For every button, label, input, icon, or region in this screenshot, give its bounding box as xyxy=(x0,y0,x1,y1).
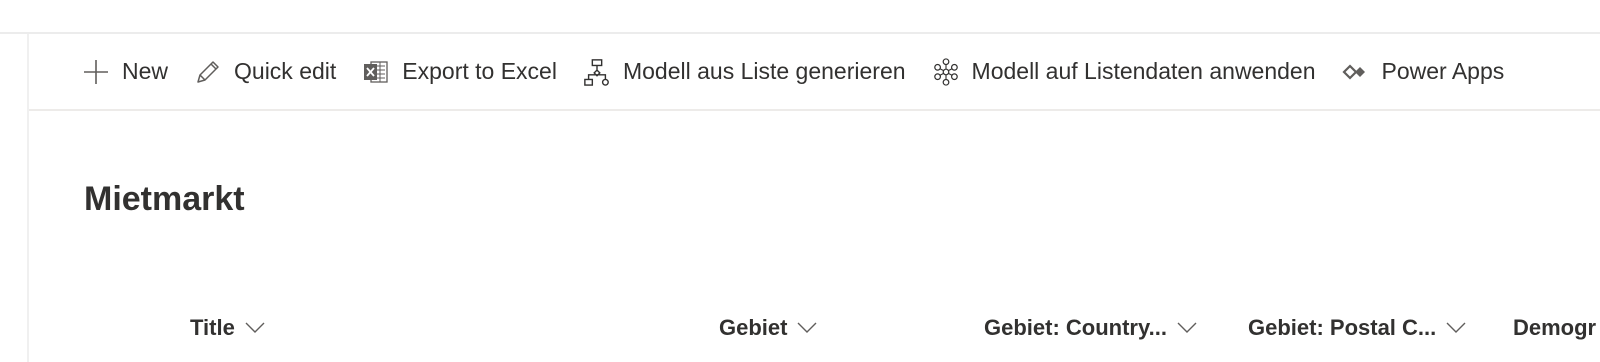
chevron-down-icon xyxy=(1446,318,1466,338)
new-button[interactable]: New xyxy=(82,50,168,94)
list-column-header: Title Gebiet Gebiet: Country... Gebiet: … xyxy=(29,302,1600,362)
export-to-excel-button[interactable]: Export to Excel xyxy=(362,50,557,94)
plus-icon xyxy=(82,58,110,86)
modell-aus-liste-generieren-label: Modell aus Liste generieren xyxy=(622,58,906,84)
column-header-gebiet-country[interactable]: Gebiet: Country... xyxy=(984,312,1197,344)
chevron-down-icon xyxy=(245,318,265,338)
excel-icon xyxy=(362,58,390,86)
modell-aus-liste-generieren-button[interactable]: Modell aus Liste generieren xyxy=(583,50,906,94)
page-title: Mietmarkt xyxy=(84,180,245,218)
model-apply-icon xyxy=(932,57,960,86)
modell-auf-listendaten-anwenden-label: Modell auf Listendaten anwenden xyxy=(971,58,1316,84)
column-header-label: Gebiet xyxy=(719,315,788,340)
suite-header xyxy=(0,0,1600,34)
model-flow-icon xyxy=(583,58,611,86)
left-rail xyxy=(0,34,29,362)
export-to-excel-label: Export to Excel xyxy=(402,58,557,84)
column-header-gebiet-postal-code[interactable]: Gebiet: Postal C... xyxy=(1248,312,1466,344)
new-label: New xyxy=(122,58,169,84)
pencil-icon xyxy=(194,58,222,86)
chevron-down-icon xyxy=(797,318,817,338)
column-header-label: Title xyxy=(190,315,235,340)
column-header-label: Gebiet: Postal C... xyxy=(1248,315,1437,340)
quick-edit-label: Quick edit xyxy=(234,58,337,84)
chevron-down-icon xyxy=(1177,318,1197,338)
column-header-label: Demogr xyxy=(1513,315,1597,340)
command-bar: New Quick edit Export to Excel Modell au… xyxy=(29,34,1600,111)
column-header-demographics[interactable]: Demogr xyxy=(1513,312,1596,344)
column-header-title[interactable]: Title xyxy=(190,312,265,344)
power-apps-label: Power Apps xyxy=(1381,58,1505,84)
modell-auf-listendaten-anwenden-button[interactable]: Modell auf Listendaten anwenden xyxy=(932,50,1316,94)
quick-edit-button[interactable]: Quick edit xyxy=(194,50,336,94)
column-header-label: Gebiet: Country... xyxy=(984,315,1167,340)
power-apps-button[interactable]: Power Apps xyxy=(1341,50,1505,94)
power-apps-icon xyxy=(1341,58,1370,86)
column-header-gebiet[interactable]: Gebiet xyxy=(719,312,817,344)
